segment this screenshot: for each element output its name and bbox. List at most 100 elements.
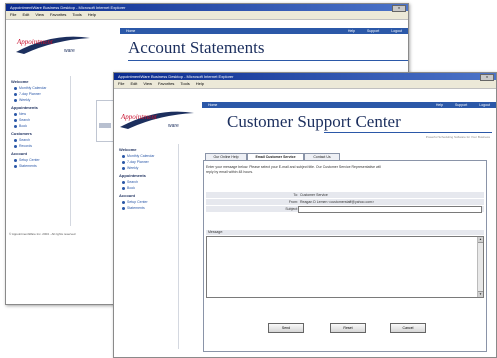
menu-favorites[interactable]: Favorites [50,11,66,19]
sidebar-section-customers: Customers [11,131,32,136]
bullet-icon [122,160,125,164]
home-link[interactable]: Home [208,102,217,108]
menu-file[interactable]: File [118,80,124,88]
bullet-icon [14,112,17,116]
bullet-icon [14,86,17,90]
to-row: To: Customer Service [206,192,484,198]
menu-edit[interactable]: Edit [130,80,137,88]
bullet-icon [122,186,125,190]
sidebar-nav: Welcome Monthly Calendar 7-day Planner W… [6,76,71,226]
content-bar [99,123,111,128]
bullet-icon [14,92,17,96]
help-link[interactable]: Help [436,102,443,108]
sidebar-item-monthly-calendar[interactable]: Monthly Calendar [14,86,70,90]
title-underline [128,60,408,61]
title-bar: AppointmentWare Business Desktop - Micro… [114,73,496,81]
help-link[interactable]: Help [348,28,355,34]
svg-text:Appointment: Appointment [16,38,54,46]
browser-window-front[interactable]: AppointmentWare Business Desktop - Micro… [113,72,497,358]
subject-input[interactable] [298,206,482,213]
to-value: Customer Service [300,193,328,197]
close-button[interactable]: ✕ [392,5,406,12]
message-label-row: Message: [206,230,484,235]
menu-help[interactable]: Help [196,80,204,88]
tab-contact-us[interactable]: Contact Us [304,153,340,160]
tab-email-customer-service[interactable]: Email Customer Service [247,153,304,160]
sidebar-item-search[interactable]: Search [14,118,70,122]
bullet-icon [14,158,17,162]
intro-text-line-1: Enter your message below. Please select … [206,165,381,169]
sidebar-item-7-day-planner[interactable]: 7-day Planner [14,92,70,96]
bullet-icon [14,164,17,168]
sidebar-item-search[interactable]: Search [122,180,178,184]
sidebar-item-weekly[interactable]: Weekly [122,166,178,170]
svg-text:ware: ware [168,123,179,129]
send-button[interactable]: Send [268,323,304,333]
menu-tools[interactable]: Tools [180,80,189,88]
footer-copyright: © AppointmentWare Inc. 2004 - All rights… [9,232,76,236]
menu-favorites[interactable]: Favorites [158,80,174,88]
sidebar-item-monthly-calendar[interactable]: Monthly Calendar [122,154,178,158]
message-textarea[interactable]: ▲ ▼ [206,236,484,298]
tagline: Powerful Scheduling Software for Your Bu… [425,135,490,139]
bullet-icon [14,118,17,122]
from-value: Reagan D Lemen <customerstaff@yahoo.com> [300,200,375,204]
menu-view[interactable]: View [35,11,44,19]
sidebar-section-account: Account [119,193,135,198]
logout-link[interactable]: Logout [391,28,402,34]
sidebar-item-book[interactable]: Book [122,186,178,190]
window-title: AppointmentWare Business Desktop - Micro… [118,74,234,79]
sidebar-item-records[interactable]: Records [14,144,70,148]
cancel-button[interactable]: Cancel [390,323,426,333]
sidebar-item-setup-center[interactable]: Setup Center [122,200,178,204]
sidebar-item-statements[interactable]: Statements [122,206,178,210]
support-link[interactable]: Support [367,28,379,34]
page-title: Account Statements [128,38,265,57]
subject-label: Subject: [285,207,298,211]
bullet-icon [14,98,17,102]
logout-link[interactable]: Logout [479,102,490,108]
sidebar-item-setup-center[interactable]: Setup Center [14,158,70,162]
scroll-down-icon[interactable]: ▼ [478,291,483,297]
intro-text-line-2: reply by email within 48 hours. [206,170,254,174]
menu-tools[interactable]: Tools [72,11,81,19]
sidebar-section-appointments: Appointments [11,105,38,110]
menu-edit[interactable]: Edit [22,11,29,19]
sidebar-item-book[interactable]: Book [14,124,70,128]
email-form-panel: Enter your message below. Please select … [203,160,487,352]
scroll-up-icon[interactable]: ▲ [478,237,483,243]
sidebar-item-statements[interactable]: Statements [14,164,70,168]
bullet-icon [122,154,125,158]
reset-button[interactable]: Reset [330,323,366,333]
support-link[interactable]: Support [455,102,467,108]
window-title: AppointmentWare Business Desktop - Micro… [10,5,126,10]
sidebar-nav: Welcome Monthly Calendar 7-day Planner W… [114,144,179,349]
bullet-icon [122,166,125,170]
message-scrollbar[interactable]: ▲ ▼ [477,237,483,297]
sidebar-section-welcome: Welcome [11,79,29,84]
menu-help[interactable]: Help [88,11,96,19]
page-title: Customer Support Center [227,112,401,131]
sidebar-item-weekly[interactable]: Weekly [14,98,70,102]
sidebar-item-new[interactable]: New [14,112,70,116]
svg-text:Appointment: Appointment [120,113,158,121]
sidebar-item-customer-search[interactable]: Search [14,138,70,142]
top-nav-bar: Home Help Support Logout [120,28,408,34]
sidebar-item-7-day-planner[interactable]: 7-day Planner [122,160,178,164]
home-link[interactable]: Home [126,28,135,34]
menu-view[interactable]: View [143,80,152,88]
close-button[interactable]: ✕ [480,74,494,81]
page-header: Appointment ware Home Help Support Logou… [6,20,408,74]
bullet-icon [122,206,125,210]
sidebar-section-welcome: Welcome [119,147,137,152]
title-bar: AppointmentWare Business Desktop - Micro… [6,4,408,12]
page-header: Appointment ware Home Help Support Logou… [114,89,496,145]
bullet-icon [14,144,17,148]
from-label: From: [288,200,298,204]
bullet-icon [122,200,125,204]
sidebar-section-account: Account [11,151,27,156]
menu-file[interactable]: File [10,11,16,19]
tab-online-help[interactable]: Our Online Help [205,153,247,160]
menu-bar: File Edit View Favorites Tools Help [114,80,496,89]
svg-text:ware: ware [64,48,75,54]
